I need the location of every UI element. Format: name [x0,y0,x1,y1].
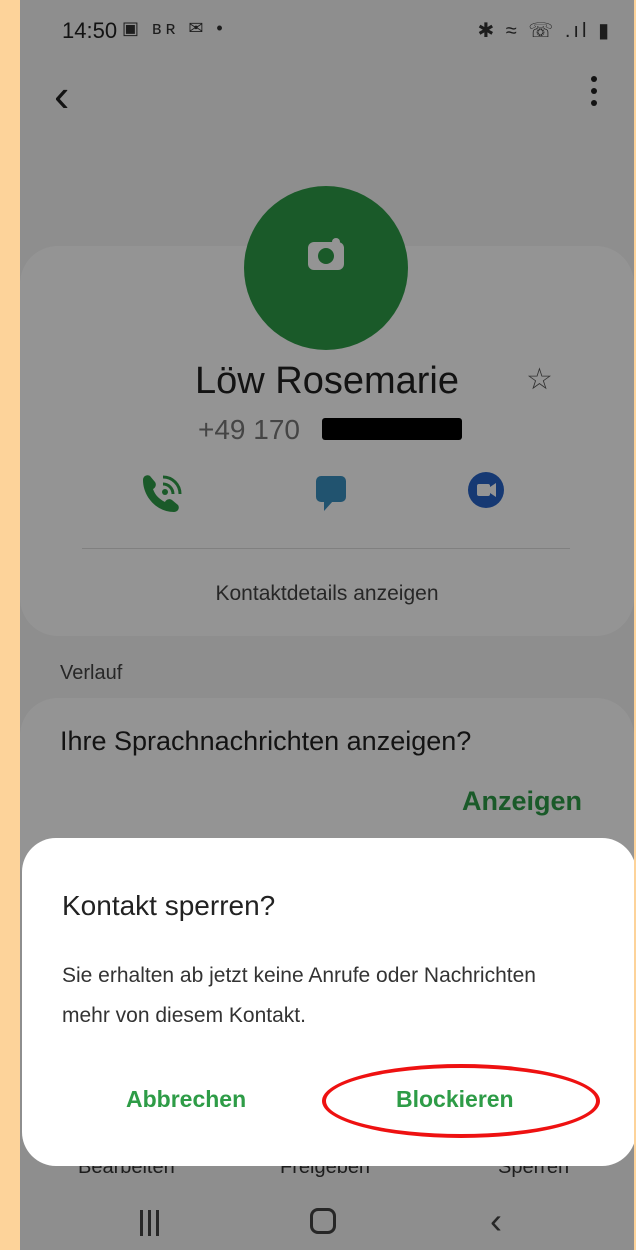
dialog-message: Sie erhalten ab jetzt keine Anrufe oder … [62,964,536,1027]
dialog-title: Kontakt sperren? [62,890,276,921]
phone-screen: 14:50 ▣ ʙʀ ✉ • ✱ ≈ ☏ .ıl ▮ ‹ Löw Rosemar… [20,0,634,1250]
cancel-button[interactable]: Abbrechen [126,1086,246,1113]
block-contact-dialog: Kontakt sperren? Sie erhalten ab jetzt k… [22,838,634,1166]
highlight-ellipse [322,1064,600,1138]
